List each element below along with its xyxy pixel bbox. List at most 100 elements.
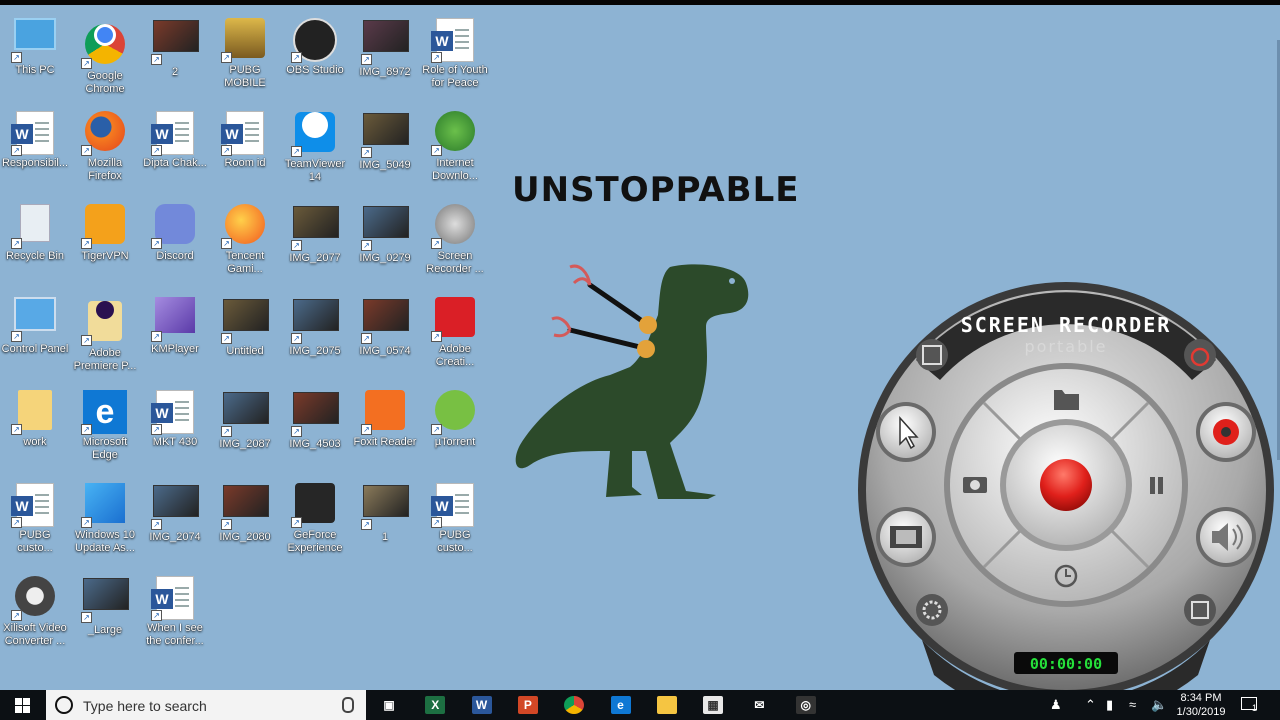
desktop-icon[interactable]: ↗ This PC: [0, 12, 70, 102]
desktop-icon[interactable]: e ↗ Microsoft Edge: [70, 384, 140, 474]
settings-button[interactable]: [916, 594, 948, 626]
taskbar-app-button[interactable]: ◎: [785, 690, 827, 720]
shortcut-arrow-icon: ↗: [11, 52, 22, 63]
desktop-icon[interactable]: ↗ IMG_2074: [140, 477, 210, 567]
microphone-icon[interactable]: [342, 697, 354, 713]
desktop-icon[interactable]: ↗ IMG_2087: [210, 384, 280, 474]
cursor-toggle-button[interactable]: [876, 402, 936, 462]
desktop-icon[interactable]: ↗ PUBG MOBILE: [210, 12, 280, 102]
desktop-icon[interactable]: ↗ Screen Recorder ...: [420, 198, 490, 288]
chrome-icon: ↗: [81, 24, 127, 69]
shortcut-arrow-icon: ↗: [431, 517, 442, 528]
desktop-icon[interactable]: ↗ _Large: [70, 570, 140, 660]
desktop-icon[interactable]: ↗ IMG_2077: [280, 198, 350, 288]
search-box[interactable]: Type here to search: [46, 690, 366, 720]
desktop-icon[interactable]: W ↗ Room id: [210, 105, 280, 195]
shortcut-arrow-icon: ↗: [221, 426, 232, 437]
desktop-icon[interactable]: W ↗ Role of Youth for Peace: [420, 12, 490, 102]
desktop-icon[interactable]: W ↗ PUBG custo...: [0, 477, 70, 567]
desktop-icon-label: OBS Studio: [286, 64, 344, 76]
taskbar-app-button[interactable]: ▣: [368, 690, 410, 720]
power-button[interactable]: [1184, 339, 1216, 371]
desktop-icon[interactable]: ↗ IMG_0279: [350, 198, 420, 288]
taskbar-app-button[interactable]: e: [600, 690, 642, 720]
region-button[interactable]: [1184, 594, 1216, 626]
taskbar-app-button[interactable]: ✉: [738, 690, 780, 720]
desktop-icon[interactable]: ↗ TeamViewer 14: [280, 105, 350, 195]
chevron-up-icon[interactable]: ⌃: [1085, 697, 1096, 713]
desktop-icon[interactable]: ↗ Mozilla Firefox: [70, 105, 140, 195]
desktop-icon[interactable]: ↗ GeForce Experience: [280, 477, 350, 567]
windows-logo-icon: [15, 698, 30, 713]
action-center-button[interactable]: 1: [1238, 695, 1260, 715]
desktop-icon[interactable]: ↗ Tencent Gami...: [210, 198, 280, 288]
desktop-icon[interactable]: ↗ Untitled: [210, 291, 280, 381]
desktop-icon[interactable]: ↗ Internet Downlo...: [420, 105, 490, 195]
desktop-icon[interactable]: ↗ 1: [350, 477, 420, 567]
taskbar-app-button[interactable]: W: [461, 690, 503, 720]
desktop-icon[interactable]: ↗ work: [0, 384, 70, 474]
film-strip-icon: [890, 526, 922, 548]
desktop-icon[interactable]: W ↗ When I see the confer...: [140, 570, 210, 660]
desktop-icon[interactable]: W ↗ Dipta Chak...: [140, 105, 210, 195]
shortcut-arrow-icon: ↗: [361, 54, 372, 65]
clock[interactable]: 8:34 PM 1/30/2019: [1170, 691, 1232, 719]
desktop-icon[interactable]: ↗ IMG_2075: [280, 291, 350, 381]
desktop-icon[interactable]: ↗ Windows 10 Update As...: [70, 477, 140, 567]
shortcut-arrow-icon: ↗: [81, 517, 92, 528]
webcam-button[interactable]: [1196, 402, 1256, 462]
desktop-icon[interactable]: ↗ IMG_5049: [350, 105, 420, 195]
battery-icon[interactable]: ▮: [1106, 697, 1113, 713]
record-button[interactable]: [1040, 459, 1092, 511]
start-button[interactable]: [0, 690, 46, 720]
desktop-icon[interactable]: ↗ OBS Studio: [280, 12, 350, 102]
shortcut-arrow-icon: ↗: [221, 145, 232, 156]
desktop-icon[interactable]: W ↗ Responsibil...: [0, 105, 70, 195]
desktop-icon-label: Role of Youth for Peace: [422, 64, 488, 89]
foxit-icon: ↗: [361, 390, 407, 435]
fullscreen-button[interactable]: [916, 339, 948, 371]
desktop-icon[interactable]: ↗ IMG_8972: [350, 12, 420, 102]
taskbar-app-button[interactable]: [553, 690, 595, 720]
audio-button[interactable]: [1196, 507, 1256, 567]
screenshot-button[interactable]: [963, 477, 987, 493]
desktop-icon[interactable]: ↗ KMPlayer: [140, 291, 210, 381]
taskbar-app-button[interactable]: P: [507, 690, 549, 720]
desktop-icon-label: Mozilla Firefox: [87, 157, 123, 182]
desktop-icon[interactable]: ↗ µTorrent: [420, 384, 490, 474]
wifi-icon[interactable]: ≈: [1129, 697, 1136, 712]
desktop-icon[interactable]: ↗ Xilisoft Video Converter ...: [0, 570, 70, 660]
desktop-icon[interactable]: ↗ Discord: [140, 198, 210, 288]
desktop-icon[interactable]: ↗ Adobe Creati...: [420, 291, 490, 381]
desktop-icon[interactable]: ↗ IMG_4503: [280, 384, 350, 474]
desktop-icon[interactable]: W ↗ MKT 430: [140, 384, 210, 474]
shortcut-arrow-icon: ↗: [81, 238, 92, 249]
desktop-icon[interactable]: ↗ 2: [140, 12, 210, 102]
desktop-icon[interactable]: ↗ Google Chrome: [70, 12, 140, 102]
taskbar-app-button[interactable]: X: [414, 690, 456, 720]
kmplayer-icon: ↗: [151, 297, 197, 342]
people-icon[interactable]: ♟: [1050, 697, 1062, 713]
shortcut-arrow-icon: ↗: [11, 517, 22, 528]
photo-icon: ↗: [361, 20, 409, 65]
desktop-icon[interactable]: ↗ Recycle Bin: [0, 198, 70, 288]
desktop-icon[interactable]: ↗ Adobe Premiere P...: [70, 291, 140, 381]
desktop-icon[interactable]: ↗ Foxit Reader: [350, 384, 420, 474]
video-button[interactable]: [876, 507, 936, 567]
taskbar-app-button[interactable]: [646, 690, 688, 720]
word-doc-icon: W ↗: [221, 111, 267, 156]
shortcut-arrow-icon: ↗: [151, 238, 162, 249]
desktop-icon[interactable]: ↗ TigerVPN: [70, 198, 140, 288]
desktop-icon[interactable]: W ↗ PUBG custo...: [420, 477, 490, 567]
desktop-icon-label: IMG_2077: [289, 252, 341, 264]
desktop-icon[interactable]: ↗ IMG_2080: [210, 477, 280, 567]
desktop-icon-label: Adobe Premiere P...: [73, 347, 137, 372]
shortcut-arrow-icon: ↗: [11, 610, 22, 621]
desktop-icon-label: Untitled: [226, 345, 264, 357]
powerpoint-icon: P: [517, 696, 538, 714]
xilisoft-icon: ↗: [11, 576, 57, 621]
taskbar-app-button[interactable]: ▦: [692, 690, 734, 720]
desktop-icon[interactable]: ↗ Control Panel: [0, 291, 70, 381]
desktop-icon[interactable]: ↗ IMG_0574: [350, 291, 420, 381]
volume-icon[interactable]: 🔈: [1151, 697, 1167, 713]
